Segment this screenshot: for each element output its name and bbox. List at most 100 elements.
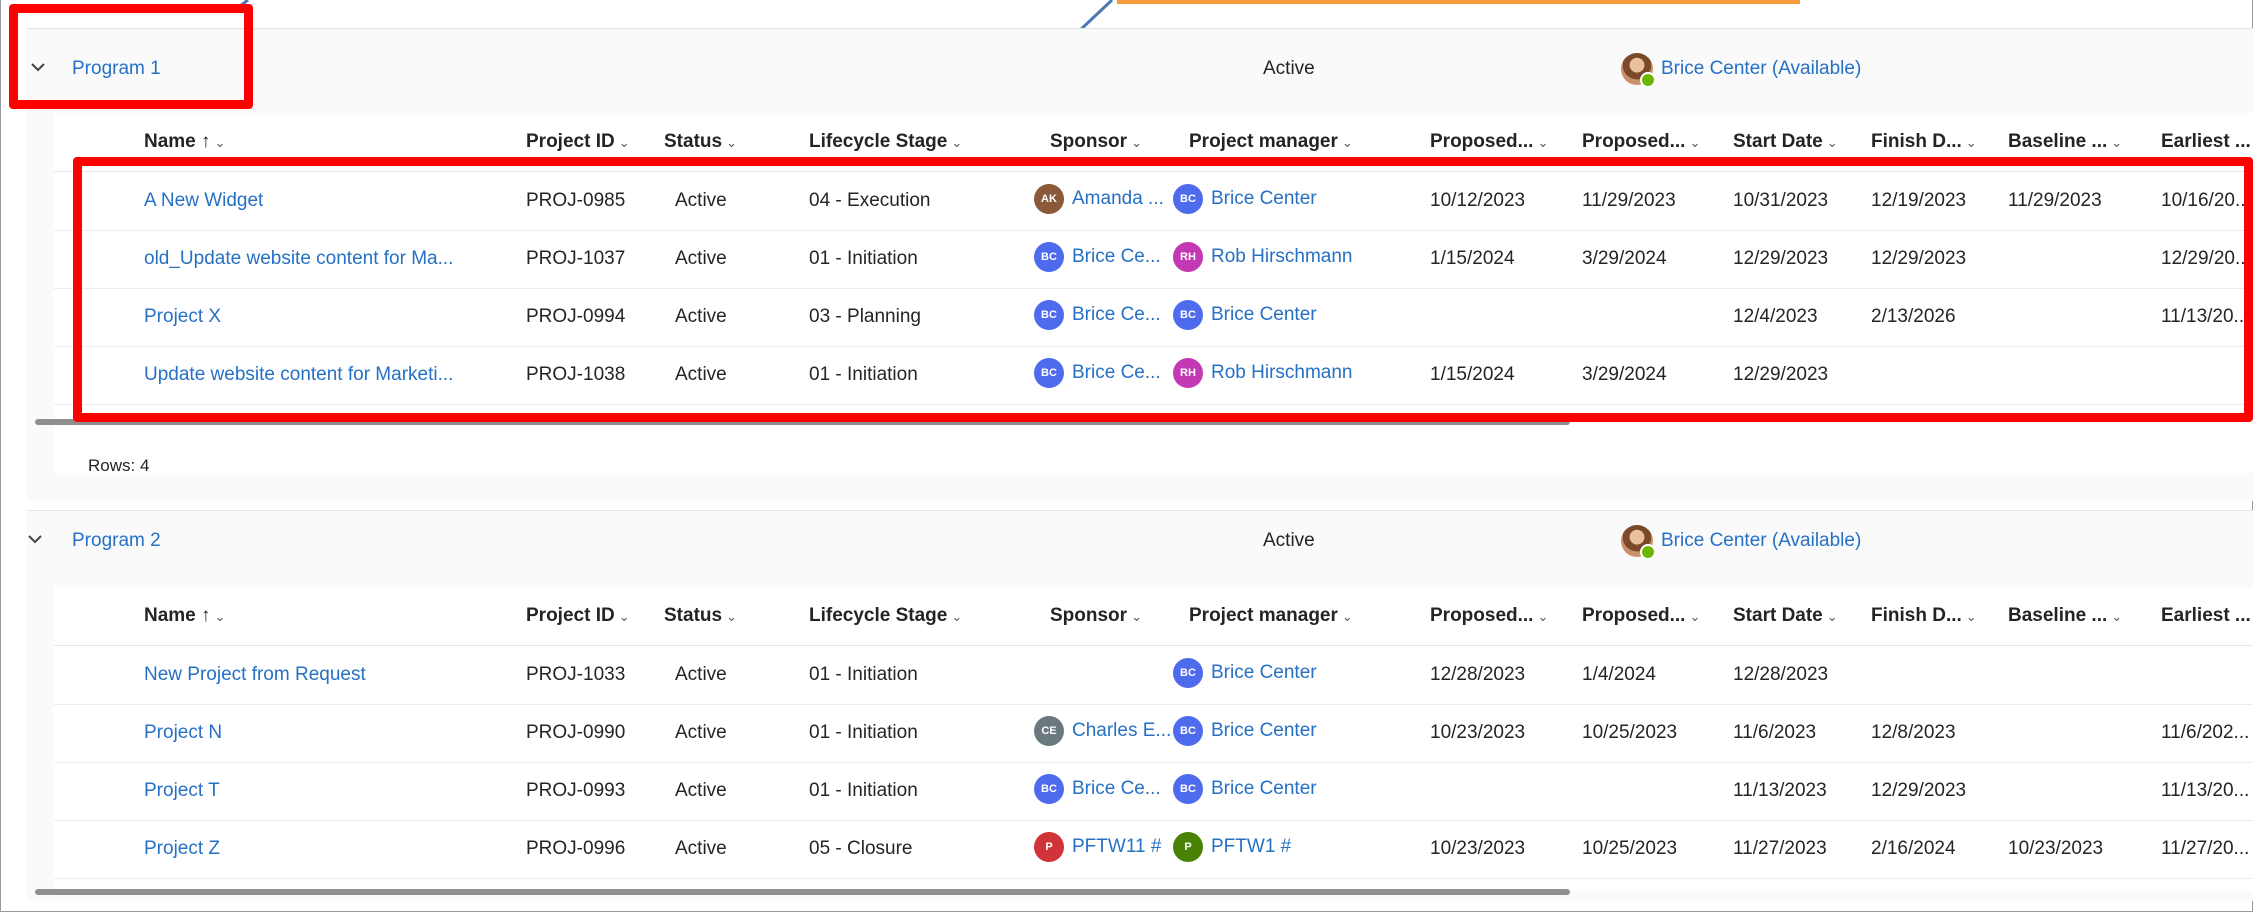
column-header-label: Proposed... [1582, 131, 1686, 152]
cell-id: PROJ-0993 [526, 780, 626, 801]
persona-name: PFTW1 # [1211, 836, 1292, 858]
column-menu-caret-icon[interactable]: ⌄ [726, 609, 737, 624]
column-header-pm[interactable]: Project manager ⌄ [1189, 605, 1353, 627]
avatar: BC [1173, 716, 1203, 746]
cell-start: 12/28/2023 [1733, 664, 1829, 685]
column-header-baseline[interactable]: Baseline ... ⌄ [2008, 605, 2122, 627]
column-menu-caret-icon[interactable]: ⌄ [215, 135, 226, 150]
annotation-red-box-group-header [9, 4, 253, 109]
column-menu-caret-icon[interactable]: ⌄ [1342, 135, 1353, 150]
column-header-proposed-start[interactable]: Proposed... ⌄ [1430, 605, 1548, 627]
cell-name[interactable]: Project N [144, 722, 222, 744]
sponsor-persona[interactable]: CE Charles E... [1034, 716, 1171, 746]
column-header-label: Lifecycle Stage [809, 605, 948, 626]
column-menu-caret-icon[interactable]: ⌄ [951, 135, 962, 150]
column-header-sponsor[interactable]: Sponsor ⌄ [1050, 131, 1142, 153]
project-manager-persona[interactable]: BC Brice Center [1173, 658, 1317, 688]
column-menu-caret-icon[interactable]: ⌄ [1689, 609, 1700, 624]
cell-stage: 01 - Initiation [809, 722, 918, 743]
column-header-status[interactable]: Status ⌄ [664, 605, 737, 627]
column-menu-caret-icon[interactable]: ⌄ [1966, 135, 1977, 150]
group-header: Program 1 Active Brice Center (Available… [27, 29, 2253, 101]
column-header-sponsor[interactable]: Sponsor ⌄ [1050, 605, 1142, 627]
group-name-link[interactable]: Program 2 [72, 530, 161, 552]
column-header-start-date[interactable]: Start Date ⌄ [1733, 605, 1838, 627]
column-menu-caret-icon[interactable]: ⌄ [1537, 135, 1548, 150]
avatar: P [1034, 832, 1064, 862]
column-header-label: Project ID [526, 605, 615, 626]
avatar[interactable] [1621, 525, 1656, 560]
group-header: Program 2 Active Brice Center (Available… [27, 511, 2253, 583]
cell-finish: 2/16/2024 [1871, 838, 1956, 859]
avatar[interactable] [1621, 53, 1656, 88]
cell-name[interactable]: New Project from Request [144, 664, 366, 686]
column-header-baseline[interactable]: Baseline ... ⌄ [2008, 131, 2122, 153]
column-header-finish-date[interactable]: Finish D... ⌄ [1871, 131, 1977, 153]
horizontal-scrollbar[interactable] [35, 889, 1570, 895]
cell-status: Active [675, 780, 727, 801]
column-header-earliest[interactable]: Earliest ...⌄ [2161, 131, 2253, 153]
cell-id: PROJ-0996 [526, 838, 626, 859]
column-header-label: Sponsor [1050, 131, 1128, 152]
table-row[interactable]: Project N PROJ-0990 Active 01 - Initiation 1… [54, 704, 2253, 763]
presence-available-icon [1640, 544, 1656, 560]
project-manager-persona[interactable]: BC Brice Center [1173, 774, 1317, 804]
column-menu-caret-icon[interactable]: ⌄ [1131, 135, 1142, 150]
table-row[interactable]: Project T PROJ-0993 Active 01 - Initiation 1… [54, 762, 2253, 821]
presence-available-icon [1640, 72, 1656, 88]
column-header-name[interactable]: Name ↑ ⌄ [144, 605, 225, 627]
column-header-lifecycle[interactable]: Lifecycle Stage ⌄ [809, 131, 962, 153]
column-menu-caret-icon[interactable]: ⌄ [619, 135, 630, 150]
group-owner-link[interactable]: Brice Center (Available) [1661, 58, 1861, 80]
group-owner-link[interactable]: Brice Center (Available) [1661, 530, 1861, 552]
column-menu-caret-icon[interactable]: ⌄ [2111, 609, 2122, 624]
sponsor-persona[interactable]: P PFTW11 # [1034, 832, 1161, 862]
column-header-project-id[interactable]: Project ID ⌄ [526, 605, 630, 627]
column-menu-caret-icon[interactable]: ⌄ [1537, 609, 1548, 624]
column-header-proposed-start[interactable]: Proposed... ⌄ [1430, 131, 1548, 153]
project-manager-persona[interactable]: P PFTW1 # [1173, 832, 1291, 862]
cell-finish: 12/29/2023 [1871, 780, 1967, 801]
column-header-lifecycle[interactable]: Lifecycle Stage ⌄ [809, 605, 962, 627]
column-header-earliest[interactable]: Earliest ...⌄ [2161, 605, 2253, 627]
cell-id: PROJ-0990 [526, 722, 626, 743]
column-menu-caret-icon[interactable]: ⌄ [726, 135, 737, 150]
column-header-start-date[interactable]: Start Date ⌄ [1733, 131, 1838, 153]
annotation-red-box-rows [73, 157, 2253, 422]
column-header-label: Proposed... [1430, 131, 1534, 152]
cell-status: Active [675, 664, 727, 685]
column-header-proposed-finish[interactable]: Proposed... ⌄ [1582, 605, 1700, 627]
table-row[interactable]: Project Z PROJ-0996 Active 05 - Closure 11/2… [54, 820, 2253, 879]
column-header-project-id[interactable]: Project ID ⌄ [526, 131, 630, 153]
column-menu-caret-icon[interactable]: ⌄ [1131, 609, 1142, 624]
table-row[interactable]: New Project from Request PROJ-1033 Active 0… [54, 646, 2253, 705]
column-header-pm[interactable]: Project manager ⌄ [1189, 131, 1353, 153]
cell-name[interactable]: Project T [144, 780, 220, 802]
sponsor-persona[interactable]: BC Brice Ce... [1034, 774, 1161, 804]
cell-name[interactable]: Project Z [144, 838, 220, 860]
column-menu-caret-icon[interactable]: ⌄ [1689, 135, 1700, 150]
column-menu-caret-icon[interactable]: ⌄ [215, 609, 226, 624]
avatar: BC [1034, 774, 1064, 804]
cell-start: 11/6/2023 [1733, 722, 1817, 743]
column-header-proposed-finish[interactable]: Proposed... ⌄ [1582, 131, 1700, 153]
column-header-name[interactable]: Name ↑ ⌄ [144, 131, 225, 153]
column-menu-caret-icon[interactable]: ⌄ [1342, 609, 1353, 624]
chevron-down-icon[interactable] [24, 528, 46, 550]
column-menu-caret-icon[interactable]: ⌄ [951, 609, 962, 624]
column-header-label: Status [664, 605, 723, 626]
column-menu-caret-icon[interactable]: ⌄ [1966, 609, 1977, 624]
column-header-status[interactable]: Status ⌄ [664, 131, 737, 153]
persona-name: Brice Center [1211, 720, 1317, 742]
column-header-label: Finish D... [1871, 131, 1962, 152]
column-header-finish-date[interactable]: Finish D... ⌄ [1871, 605, 1977, 627]
column-menu-caret-icon[interactable]: ⌄ [619, 609, 630, 624]
column-header-label: Project manager [1189, 605, 1338, 626]
column-menu-caret-icon[interactable]: ⌄ [1827, 609, 1838, 624]
project-manager-persona[interactable]: BC Brice Center [1173, 716, 1317, 746]
cell-finish: 12/8/2023 [1871, 722, 1956, 743]
column-header-label: Lifecycle Stage [809, 131, 948, 152]
cell-status: Active [675, 838, 727, 859]
column-menu-caret-icon[interactable]: ⌄ [1827, 135, 1838, 150]
column-menu-caret-icon[interactable]: ⌄ [2111, 135, 2122, 150]
